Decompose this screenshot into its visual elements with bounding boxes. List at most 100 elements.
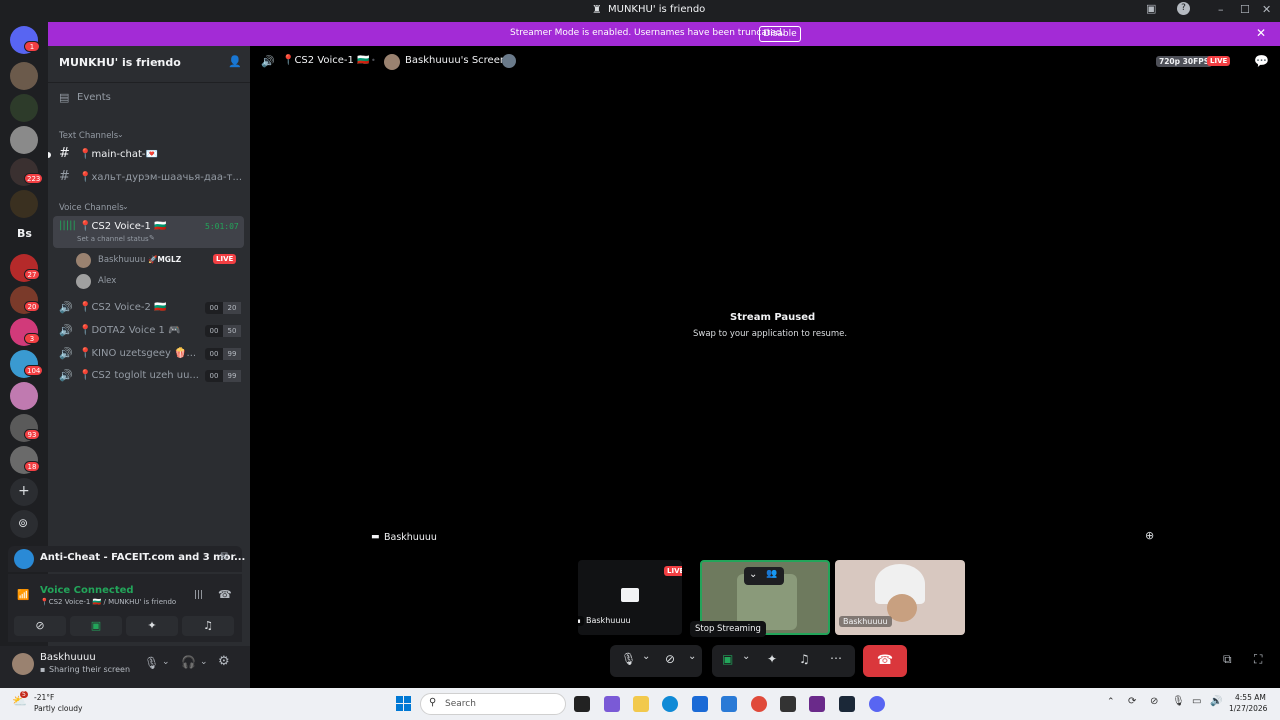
guild-icon-server-bs[interactable]: Bs [10, 220, 38, 248]
monitor-icon: ▪ [578, 616, 584, 626]
tile-controls[interactable]: ⌄ 👥 [744, 567, 784, 585]
temperature: -21°F [34, 693, 55, 702]
copilot-icon[interactable] [604, 696, 620, 712]
chevron-down-icon[interactable]: ⌄ [749, 569, 757, 580]
mail-icon[interactable] [721, 696, 737, 712]
camera-tile[interactable]: Baskhuuuu [835, 560, 965, 635]
chrome-icon[interactable] [751, 696, 767, 712]
voice-member[interactable]: Alex [76, 273, 244, 291]
settings-gear-icon[interactable]: ⚙ [218, 654, 230, 669]
stream-channel-name[interactable]: 📍CS2 Voice-1 🇧🇬 [282, 55, 370, 66]
file-explorer-icon[interactable] [633, 696, 649, 712]
signal-icon[interactable]: 📶 [17, 590, 29, 601]
disconnect-icon[interactable]: ☎ [218, 588, 232, 601]
store-icon[interactable] [692, 696, 708, 712]
guild-icon-server-4[interactable]: 223 [10, 158, 44, 186]
guild-icon-server-6[interactable]: 27 [10, 254, 40, 282]
microphone-icon[interactable]: 🎙 [1172, 696, 1185, 707]
channel-halt-durem[interactable]: # 📍хальт-дурэм-шаачья-даа-т... [53, 168, 244, 188]
guild-icon-server-10[interactable] [10, 382, 38, 410]
discord-icon[interactable] [869, 696, 885, 712]
user-avatar[interactable] [12, 653, 34, 675]
soundboard-icon[interactable]: ♫ [799, 652, 810, 666]
chat-bubble-icon[interactable]: 💬 [1254, 54, 1269, 68]
add-member-icon[interactable]: 👤 [228, 55, 242, 68]
close-button[interactable]: ✕ [1262, 3, 1271, 16]
chevron-down-icon[interactable]: ⌄ [162, 657, 170, 667]
camera-off-icon[interactable]: ⊘ [665, 652, 675, 666]
app-icon[interactable] [809, 696, 825, 712]
guild-icon-direct-messages[interactable]: 1 [10, 26, 40, 54]
guild-icon-server-9[interactable]: 104 [10, 350, 44, 378]
guild-icon-server-11[interactable]: 93 [10, 414, 40, 442]
events-item[interactable]: ▤ Events [53, 88, 244, 108]
chevron-up-icon[interactable]: ⌃ [1107, 697, 1115, 707]
disconnect-button[interactable]: ☎ [863, 645, 907, 677]
activities-icon[interactable]: ✦ [767, 652, 777, 666]
speaker-icon: 🔊 [59, 324, 73, 337]
camera-off-button[interactable]: ⊘ [14, 616, 66, 636]
network-icon[interactable]: ▭ [1192, 696, 1201, 707]
headphones-icon[interactable]: 🎧 [181, 655, 196, 669]
more-icon[interactable]: ⋯ [830, 651, 842, 665]
popout-icon[interactable]: ⧉ [1223, 652, 1232, 667]
voice-channel[interactable]: 🔊 📍CS2 Voice-2 🇧🇬 00 20 [53, 298, 244, 318]
streamer-avatar [384, 54, 400, 70]
chevron-down-icon[interactable]: ⌄ [688, 651, 696, 662]
edge-icon[interactable] [662, 696, 678, 712]
task-view-icon[interactable] [574, 696, 590, 712]
guild-icon-server-3[interactable] [10, 126, 38, 154]
noise-suppression-icon[interactable]: ||| [194, 590, 203, 600]
guild-icon-server-12[interactable]: 18 [10, 446, 40, 474]
stream-tile[interactable]: LIVE ▪ Baskhuuuu [578, 560, 682, 635]
channel-main-chat[interactable]: # 📍main-chat-💌 [53, 145, 244, 165]
guild-icon-server-8[interactable]: 3 [10, 318, 40, 346]
active-voice-channel[interactable]: ||||| 📍CS2 Voice-1 🇧🇬 5:01:07 Set a chan… [53, 216, 244, 248]
chevron-down-icon[interactable]: ⌄ [155, 55, 163, 66]
channel-status[interactable]: Set a channel status [77, 235, 149, 243]
zoom-icon[interactable]: ⊕ [1145, 529, 1154, 542]
volume-icon[interactable]: 🔊 [1210, 696, 1222, 707]
add-server-button[interactable]: + [10, 478, 38, 506]
voice-channel[interactable]: 🔊 📍CS2 toglolt uzeh uu... 00 99 [53, 366, 244, 386]
start-button[interactable] [396, 696, 412, 712]
explore-button[interactable]: ⊚ [10, 510, 38, 538]
guild-icon-server-2[interactable] [10, 94, 38, 122]
voice-channel-path[interactable]: 📍CS2 Voice-1 🇧🇬 / MUNKHU' is friendo [40, 598, 176, 606]
steam-icon[interactable] [839, 696, 855, 712]
group-icon[interactable]: 👥 [766, 569, 777, 579]
search-box[interactable]: ⚲ Search [420, 693, 566, 715]
clock-date[interactable]: 1/27/2026 [1229, 704, 1267, 713]
fullscreen-icon[interactable]: ⛶ [1254, 652, 1262, 667]
tray-icon[interactable]: ⟳ [1128, 696, 1136, 707]
clock-time[interactable]: 4:55 AM [1235, 693, 1266, 702]
close-banner-icon[interactable]: ✕ [1256, 26, 1266, 40]
voice-channels-category[interactable]: Voice Channels [59, 203, 124, 213]
activity-close-icon[interactable]: ⊠ [220, 551, 228, 562]
app-icon[interactable] [780, 696, 796, 712]
stop-streaming-icon[interactable]: ▣ [722, 652, 733, 666]
chevron-down-icon[interactable]: ⌄ [642, 651, 650, 662]
screen-share-button[interactable]: ▣ [70, 616, 122, 636]
activity-card[interactable]: Anti-Cheat - FACEIT.com and 3 mor... ⊠ [8, 546, 245, 572]
soundboard-button[interactable]: ♫ [182, 616, 234, 636]
voice-channel[interactable]: 🔊 📍DOTA2 Voice 1 🎮 00 50 [53, 321, 244, 341]
voice-channel[interactable]: 🔊 📍KINO uzetsgeey 🍿... 00 99 [53, 344, 244, 364]
minimize-button[interactable]: – [1218, 3, 1224, 16]
chevron-down-icon[interactable]: ⌄ [742, 651, 750, 662]
username[interactable]: Baskhuuuu [40, 652, 96, 663]
maximize-button[interactable]: ☐ [1240, 3, 1250, 16]
help-icon[interactable]: ? [1177, 2, 1190, 15]
inbox-icon[interactable]: ▣ [1146, 2, 1156, 15]
text-channels-category[interactable]: Text Channels [59, 131, 118, 141]
microphone-icon[interactable]: 🎙 [144, 656, 159, 670]
guild-icon-server-7[interactable]: 20 [10, 286, 40, 314]
activities-button[interactable]: ✦ [126, 616, 178, 636]
microphone-icon[interactable]: 🎙 [621, 652, 636, 666]
voice-member[interactable]: Baskhuuuu 🚀MGLZ LIVE [76, 252, 244, 270]
chevron-down-icon[interactable]: ⌄ [200, 657, 208, 667]
guild-icon-server-1[interactable] [10, 62, 38, 90]
guild-icon-server-5[interactable] [10, 190, 38, 218]
disable-streamer-mode-button[interactable]: Disable [759, 26, 801, 42]
tray-icon[interactable]: ⊘ [1150, 696, 1158, 707]
